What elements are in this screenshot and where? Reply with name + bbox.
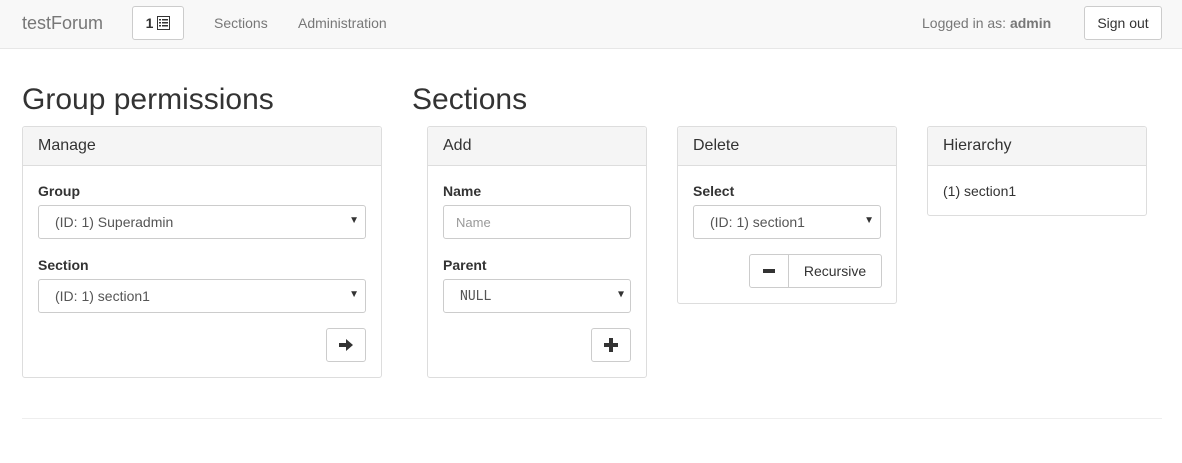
group-label: Group	[38, 183, 80, 199]
hierarchy-item[interactable]: (1) section1	[943, 183, 1016, 199]
add-section-panel: Add Name Parent NULL ▼	[427, 126, 647, 378]
group-select-value: (ID: 1) Superadmin	[55, 214, 174, 230]
caret-down-icon: ▼	[864, 215, 874, 226]
section-name-input[interactable]	[443, 205, 631, 239]
brand-link[interactable]: testForum	[22, 13, 103, 33]
delete-select-value: (ID: 1) section1	[710, 214, 805, 230]
manage-panel-title: Manage	[23, 127, 381, 166]
list-alt-icon	[157, 16, 171, 30]
add-panel-title: Add	[428, 127, 646, 166]
section-select[interactable]: (ID: 1) section1 ▼	[38, 279, 366, 313]
logged-in-status: Logged in as: admin	[922, 15, 1051, 31]
caret-down-icon: ▼	[349, 215, 359, 226]
notifications-count: 1	[145, 15, 154, 31]
delete-section-select[interactable]: (ID: 1) section1 ▼	[693, 205, 881, 239]
nav-administration-link[interactable]: Administration	[298, 15, 387, 31]
delete-section-panel: Delete Select (ID: 1) section1 ▼ Recursi…	[677, 126, 897, 304]
arrow-right-icon	[339, 339, 353, 351]
group-permissions-heading: Group permissions	[22, 83, 274, 116]
delete-button-group: Recursive	[749, 254, 882, 288]
minus-icon	[763, 269, 775, 273]
delete-panel-title: Delete	[678, 127, 896, 166]
delete-section-button[interactable]	[749, 254, 789, 288]
sections-heading: Sections	[412, 83, 528, 116]
parent-select-value: NULL	[460, 288, 492, 304]
parent-select[interactable]: NULL ▼	[443, 279, 631, 313]
manage-panel: Manage Group (ID: 1) Superadmin ▼ Sectio…	[22, 126, 382, 378]
sign-out-button[interactable]: Sign out	[1084, 6, 1162, 40]
caret-down-icon: ▼	[617, 289, 624, 300]
parent-label: Parent	[443, 257, 487, 273]
group-select[interactable]: (ID: 1) Superadmin ▼	[38, 205, 366, 239]
name-label: Name	[443, 183, 482, 199]
section-select-value: (ID: 1) section1	[55, 288, 150, 304]
select-label: Select	[693, 183, 735, 199]
hierarchy-panel: Hierarchy (1) section1	[927, 126, 1147, 216]
add-section-button[interactable]	[591, 328, 631, 362]
hierarchy-panel-title: Hierarchy	[928, 127, 1146, 166]
logged-in-username: admin	[1009, 15, 1052, 31]
nav-sections-link[interactable]: Sections	[214, 15, 268, 31]
plus-icon	[604, 338, 618, 352]
recursive-toggle-button[interactable]: Recursive	[789, 254, 882, 288]
caret-down-icon: ▼	[349, 289, 359, 300]
top-navbar: testForum 1 Sections Administration Logg…	[0, 0, 1182, 49]
section-label: Section	[38, 257, 89, 273]
apply-permissions-button[interactable]	[326, 328, 366, 362]
notifications-button[interactable]: 1	[132, 6, 184, 40]
footer-divider	[22, 418, 1162, 419]
logged-in-prefix: Logged in as:	[922, 15, 1007, 31]
